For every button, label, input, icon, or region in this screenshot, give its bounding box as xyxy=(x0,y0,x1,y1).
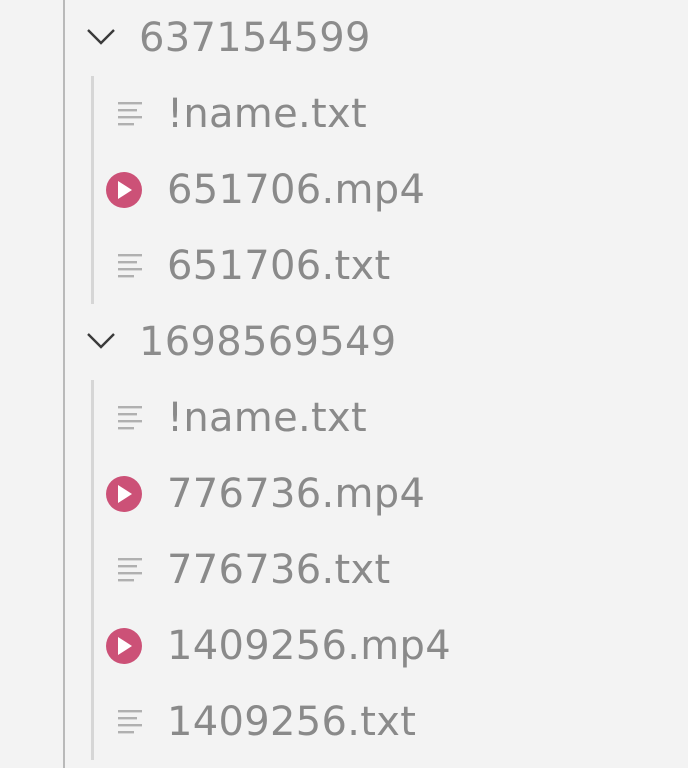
play-video-icon xyxy=(106,476,142,512)
file-row[interactable]: 1409256.txt xyxy=(0,684,688,760)
folder-label: 1698569549 xyxy=(139,319,397,365)
file-label: 776736.mp4 xyxy=(167,471,426,517)
chevron-down-icon[interactable] xyxy=(86,326,116,356)
play-video-icon xyxy=(106,172,142,208)
file-tree: 637154599 !name.txt 651706.mp4 651706.tx… xyxy=(0,0,688,768)
chevron-down-icon[interactable] xyxy=(86,22,116,52)
file-label: 1409256.txt xyxy=(167,699,417,745)
file-row[interactable]: !name.txt xyxy=(0,380,688,456)
file-label: 651706.txt xyxy=(167,243,391,289)
file-label: !name.txt xyxy=(167,395,367,441)
file-row[interactable]: 776736.mp4 xyxy=(0,456,688,532)
folder-label: 637154599 xyxy=(139,15,371,61)
text-lines-icon xyxy=(118,406,142,430)
file-row[interactable]: 651706.txt xyxy=(0,228,688,304)
file-row[interactable]: 776736.txt xyxy=(0,532,688,608)
file-row[interactable]: 651706.mp4 xyxy=(0,152,688,228)
file-label: 776736.txt xyxy=(167,547,391,593)
text-lines-icon xyxy=(118,558,142,582)
file-row[interactable]: !name.txt xyxy=(0,76,688,152)
file-label: 1409256.mp4 xyxy=(167,623,451,669)
text-lines-icon xyxy=(118,710,142,734)
file-label: 651706.mp4 xyxy=(167,167,426,213)
text-lines-icon xyxy=(118,254,142,278)
file-label: !name.txt xyxy=(167,91,367,137)
file-row[interactable]: 1409256.mp4 xyxy=(0,608,688,684)
folder-row[interactable]: 637154599 xyxy=(0,0,688,76)
folder-row[interactable]: 1698569549 xyxy=(0,304,688,380)
play-video-icon xyxy=(106,628,142,664)
text-lines-icon xyxy=(118,102,142,126)
